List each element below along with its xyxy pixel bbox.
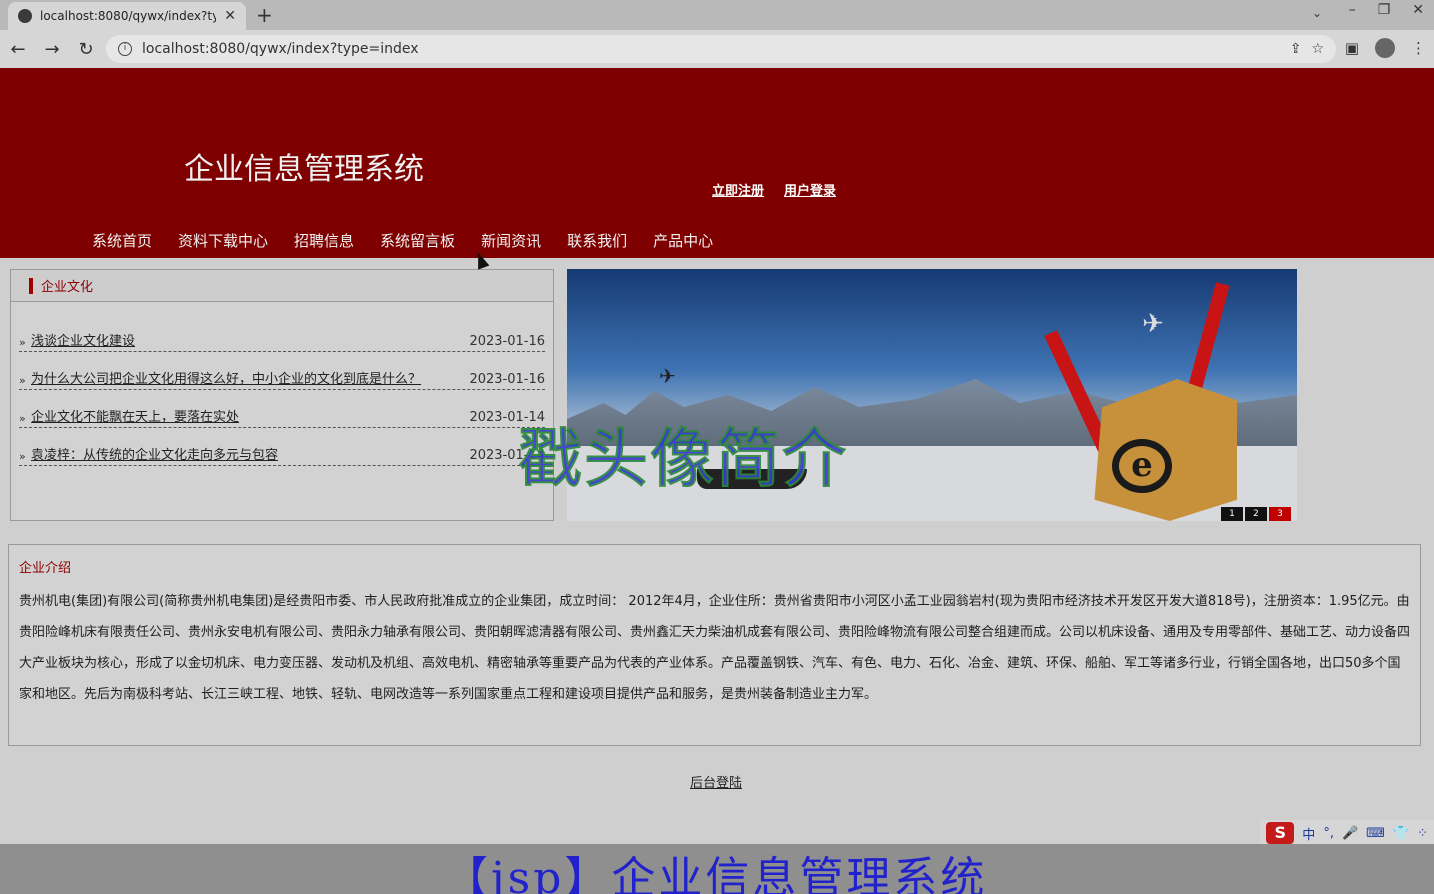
bullet-icon: » — [19, 412, 26, 425]
article-link[interactable]: 浅谈企业文化建设 — [31, 330, 463, 349]
back-icon[interactable]: ← — [2, 39, 34, 60]
slide-dot-active[interactable]: 3 — [1269, 507, 1291, 521]
slide-dot[interactable]: 2 — [1245, 507, 1267, 521]
nav-news[interactable]: 新闻资讯 — [481, 230, 541, 251]
share-icon[interactable]: ⇪ — [1290, 41, 1302, 57]
intro-heading: 企业介绍 — [19, 561, 72, 576]
bullet-icon: » — [19, 374, 26, 387]
nav-home[interactable]: 系统首页 — [92, 230, 152, 251]
nav-contact[interactable]: 联系我们 — [567, 230, 627, 251]
close-tab-icon[interactable]: ✕ — [224, 8, 236, 24]
toolbar-right: ▣ ⋮ — [1345, 38, 1426, 58]
grid-menu-icon[interactable]: ⁘ — [1417, 826, 1428, 841]
new-tab-button[interactable]: + — [256, 3, 273, 27]
browser-toolbar: ← → ↻ i localhost:8080/qywx/index?type=i… — [0, 30, 1434, 68]
bullet-icon: » — [19, 336, 26, 349]
intro-body: 贵州机电(集团)有限公司(简称贵州机电集团)是经贵阳市委、市人民政府批准成立的企… — [19, 594, 1411, 702]
culture-heading: 企业文化 — [41, 280, 94, 295]
main-nav: 系统首页 资料下载中心 招聘信息 系统留言板 新闻资讯 联系我们 产品中心 — [92, 230, 713, 251]
browser-tab[interactable]: localhost:8080/qywx/index?ty ✕ — [8, 2, 246, 30]
window-controls: – ❐ ✕ — [1349, 2, 1424, 18]
menu-kebab-icon[interactable]: ⋮ — [1411, 39, 1426, 57]
ime-toolbar: S 中 °, 🎤 ⌨ 👕 ⁘ — [1260, 820, 1434, 846]
chevron-down-icon[interactable]: ⌄ — [1312, 6, 1322, 20]
side-panel-icon[interactable]: ▣ — [1345, 39, 1359, 57]
article-link[interactable]: 袁凌梓：从传统的企业文化走向多元与包容 — [31, 444, 463, 463]
nav-downloads[interactable]: 资料下载中心 — [178, 230, 268, 251]
article-link[interactable]: 为什么大公司把企业文化用得这么好，中小企业的文化到底是什么？ — [31, 368, 463, 387]
site-title: 企业信息管理系统 — [184, 152, 424, 187]
auth-links: 立即注册 用户登录 — [712, 180, 836, 199]
forward-icon[interactable]: → — [36, 39, 68, 60]
video-overlay-text: 戳头像简介 — [517, 422, 848, 498]
airplane-icon: ✈ — [659, 364, 676, 388]
url-text[interactable]: localhost:8080/qywx/index?type=index — [142, 41, 1280, 57]
site-info-icon[interactable]: i — [118, 42, 132, 56]
culture-panel: 企业文化 » 浅谈企业文化建设 2023-01-16 » 为什么大公司把企业文化… — [10, 269, 554, 521]
close-window-icon[interactable]: ✕ — [1412, 2, 1424, 18]
reload-icon[interactable]: ↻ — [70, 39, 102, 60]
restore-icon[interactable]: ❐ — [1378, 2, 1391, 18]
keyboard-icon[interactable]: ⌨ — [1366, 826, 1385, 841]
login-link[interactable]: 用户登录 — [784, 180, 836, 199]
ie-logo-icon: e — [1112, 439, 1172, 493]
culture-panel-header: 企业文化 — [11, 270, 553, 302]
intro-panel: 企业介绍 贵州机电(集团)有限公司(简称贵州机电集团)是经贵阳市委、市人民政府批… — [8, 544, 1421, 746]
airplane-icon: ✈ — [1142, 309, 1164, 339]
nav-products[interactable]: 产品中心 — [653, 230, 713, 251]
nav-guestbook[interactable]: 系统留言板 — [380, 230, 455, 251]
address-bar[interactable]: i localhost:8080/qywx/index?type=index ⇪… — [106, 35, 1336, 63]
list-item: » 袁凌梓：从传统的企业文化走向多元与包容 2023-01-14 — [19, 428, 545, 466]
tab-title: localhost:8080/qywx/index?ty — [40, 9, 217, 23]
bullet-icon: » — [19, 450, 26, 463]
slide-dot[interactable]: 1 — [1221, 507, 1243, 521]
article-date: 2023-01-16 — [469, 372, 545, 387]
admin-login-link[interactable]: 后台登陆 — [690, 772, 742, 791]
register-link[interactable]: 立即注册 — [712, 180, 764, 199]
list-item: » 企业文化不能飘在天上，要落在实处 2023-01-14 — [19, 390, 545, 428]
slide-indicators: 1 2 3 — [1221, 507, 1291, 521]
ime-punctuation-icon[interactable]: °, — [1323, 826, 1334, 841]
browser-tabbar: localhost:8080/qywx/index?ty ✕ + ⌄ – ❐ ✕ — [0, 0, 1434, 30]
list-item: » 浅谈企业文化建设 2023-01-16 — [19, 314, 545, 352]
profile-avatar[interactable] — [1375, 38, 1395, 58]
article-link[interactable]: 企业文化不能飘在天上，要落在实处 — [31, 406, 463, 425]
heading-marker — [29, 277, 33, 294]
video-caption: 【jsp】企业信息管理系统 — [444, 853, 988, 894]
culture-list: » 浅谈企业文化建设 2023-01-16 » 为什么大公司把企业文化用得这么好… — [11, 302, 553, 466]
nav-jobs[interactable]: 招聘信息 — [294, 230, 354, 251]
list-item: » 为什么大公司把企业文化用得这么好，中小企业的文化到底是什么？ 2023-01… — [19, 352, 545, 390]
skin-icon[interactable]: 👕 — [1393, 826, 1409, 841]
sogou-logo-icon[interactable]: S — [1266, 822, 1295, 844]
web-page: 企业信息管理系统 立即注册 用户登录 系统首页 资料下载中心 招聘信息 系统留言… — [0, 68, 1434, 846]
minimize-icon[interactable]: – — [1349, 2, 1356, 18]
globe-icon — [18, 9, 32, 23]
site-header: 企业信息管理系统 立即注册 用户登录 系统首页 资料下载中心 招聘信息 系统留言… — [0, 68, 1434, 258]
microphone-icon[interactable]: 🎤 — [1342, 826, 1358, 841]
article-date: 2023-01-16 — [469, 334, 545, 349]
ime-language-toggle[interactable]: 中 — [1302, 824, 1315, 843]
bookmark-star-icon[interactable]: ☆ — [1311, 41, 1324, 57]
